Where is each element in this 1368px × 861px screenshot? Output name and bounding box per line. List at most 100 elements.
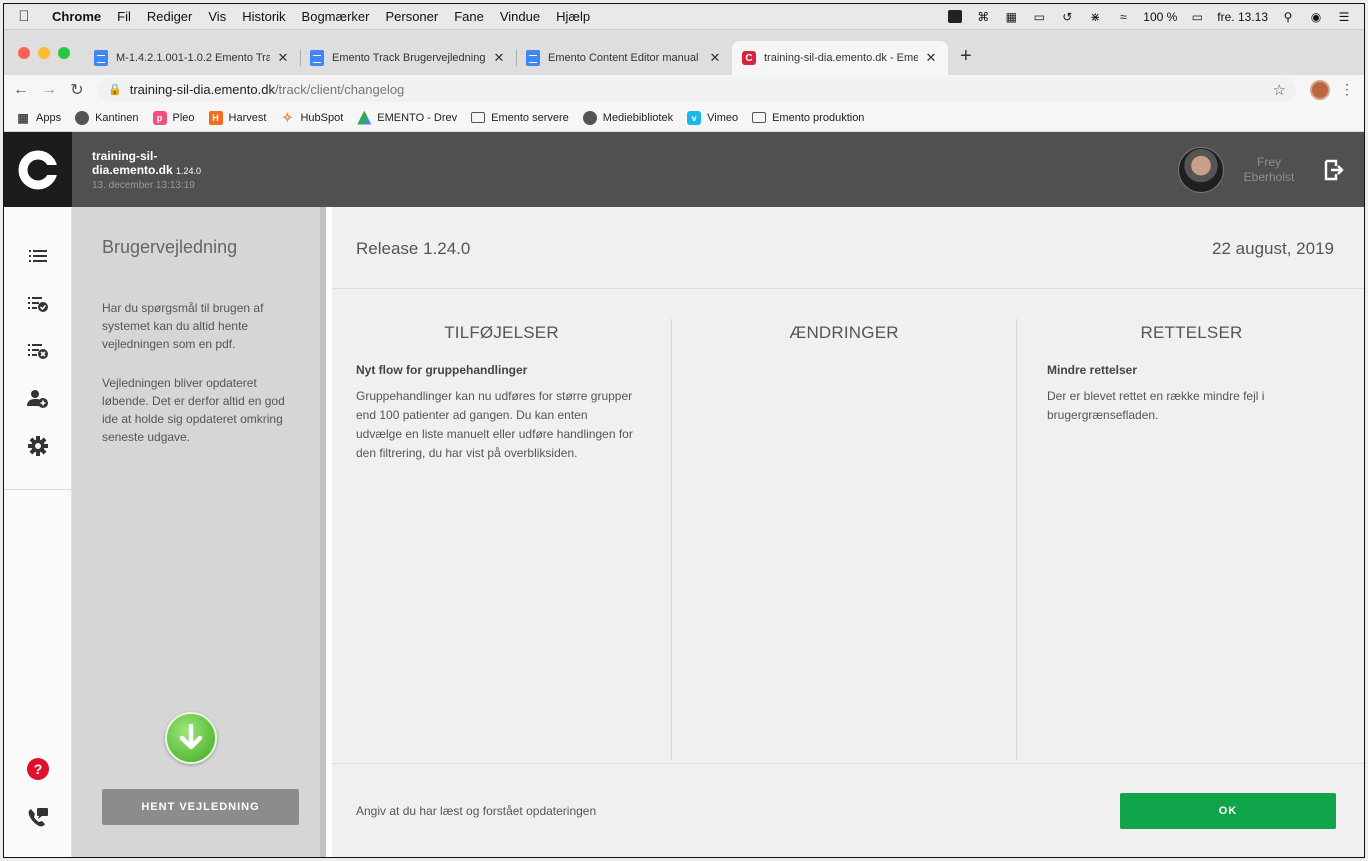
list-cancel-icon[interactable]: [26, 339, 50, 363]
zoom-window-button[interactable]: [58, 47, 70, 59]
user-name[interactable]: Frey Eberholst: [1224, 155, 1314, 185]
more-menu-icon[interactable]: ⋮: [1340, 81, 1354, 98]
emento-logo[interactable]: [4, 132, 72, 207]
browser-tab[interactable]: Emento Track Brugervejledning - ✕: [300, 41, 516, 75]
bookmark-label: Kantinen: [95, 111, 139, 124]
bookmark-star-icon[interactable]: ☆: [1273, 81, 1286, 99]
fixes-column: RETTELSER Mindre rettelser Der er blevet…: [1017, 319, 1364, 760]
new-tab-button[interactable]: +: [948, 45, 984, 75]
list-icon[interactable]: [26, 244, 50, 268]
app-header: training-sil-dia.emento.dk 1.24.0 13. de…: [4, 132, 1364, 207]
airplay-icon[interactable]: ▭: [1031, 10, 1047, 24]
tab-title: Emento Track Brugervejledning -: [332, 52, 486, 64]
wifi-icon[interactable]: ≈: [1115, 10, 1131, 24]
bookmark-emento-produktion[interactable]: Emento produktion: [752, 112, 864, 124]
close-tab-icon[interactable]: ✕: [276, 50, 290, 66]
minimize-window-button[interactable]: [38, 47, 50, 59]
folder-icon: [471, 112, 486, 123]
menu-rediger[interactable]: Rediger: [139, 9, 201, 24]
phone-chat-icon[interactable]: [26, 805, 50, 829]
apple-icon[interactable]: : [4, 8, 44, 25]
bookmark-hubspot[interactable]: ✧ HubSpot: [280, 109, 343, 125]
logout-icon: [1324, 159, 1344, 180]
user-last-name: Eberholst: [1243, 169, 1295, 184]
fixes-heading: RETTELSER: [1140, 323, 1243, 342]
bookmark-label: Harvest: [228, 111, 267, 124]
close-tab-icon[interactable]: ✕: [708, 50, 722, 66]
menu-vis[interactable]: Vis: [200, 9, 234, 24]
menu-hjaelp[interactable]: Hjælp: [548, 9, 598, 24]
user-box: Frey Eberholst: [1178, 146, 1364, 193]
browser-tab[interactable]: Emento Content Editor manual - ✕: [516, 41, 732, 75]
ok-button[interactable]: OK: [1120, 793, 1336, 829]
back-button[interactable]: ←: [10, 81, 32, 99]
changes-column: ÆNDRINGER: [672, 319, 1017, 760]
battery-icon[interactable]: ▭: [1189, 10, 1205, 24]
download-guide-button[interactable]: HENT VEJLEDNING: [102, 789, 299, 825]
guide-update-text: Vejledningen bliver opdateret løbende. D…: [102, 376, 285, 444]
bookmark-pleo[interactable]: p Pleo: [152, 110, 195, 125]
google-docs-icon: [526, 50, 540, 66]
spotlight-search-icon[interactable]: ⚲: [1280, 10, 1296, 24]
logout-button[interactable]: [1314, 150, 1354, 190]
site-info: training-sil-dia.emento.dk 1.24.0 13. de…: [92, 149, 232, 191]
changes-heading: ÆNDRINGER: [789, 323, 899, 342]
menu-fane[interactable]: Fane: [446, 9, 492, 24]
status-app-icon[interactable]: [947, 10, 963, 24]
add-user-icon[interactable]: [26, 387, 50, 411]
bookmark-mediebibliotek[interactable]: Mediebibliotek: [582, 110, 673, 125]
airdrop-icon[interactable]: ⌘: [975, 10, 991, 24]
menu-bogmaerker[interactable]: Bogmærker: [294, 9, 378, 24]
pleo-icon: p: [152, 110, 167, 125]
url-host: training-sil-dia.emento.dk: [129, 82, 275, 97]
globe-icon: [75, 110, 90, 125]
apps-grid-icon: ▦: [17, 110, 29, 125]
hubspot-icon: ✧: [282, 109, 293, 125]
guide-panel: Brugervejledning Har du spørgsmål til br…: [72, 207, 326, 857]
folder-icon: [752, 112, 767, 123]
menu-vindue[interactable]: Vindue: [492, 9, 548, 24]
menu-clock[interactable]: fre. 13.13: [1217, 10, 1268, 24]
profile-avatar[interactable]: [1310, 79, 1330, 100]
notification-center-icon[interactable]: ☰: [1336, 10, 1352, 24]
rail-divider: [4, 489, 72, 490]
bookmark-apps[interactable]: ▦ Apps: [16, 111, 61, 125]
user-avatar[interactable]: [1178, 146, 1224, 193]
bookmark-harvest[interactable]: H Harvest: [208, 110, 267, 125]
address-bar[interactable]: 🔒 training-sil-dia.emento.dk/track/clien…: [98, 77, 1296, 102]
google-drive-icon: [357, 110, 372, 125]
tab-title: M-1.4.2.1.001-1.0.2 Emento Track: [116, 52, 270, 64]
siri-icon[interactable]: ◉: [1308, 10, 1324, 24]
menu-personer[interactable]: Personer: [377, 9, 446, 24]
menu-historik[interactable]: Historik: [234, 9, 293, 24]
list-check-icon[interactable]: [26, 292, 50, 316]
help-icon[interactable]: ?: [27, 758, 49, 780]
battery-percent[interactable]: 100 %: [1143, 10, 1177, 24]
browser-tab-active[interactable]: C training-sil-dia.emento.dk - Eme ✕: [732, 41, 948, 75]
macos-menu-bar:  Chrome Fil Rediger Vis Historik Bogmær…: [4, 4, 1364, 30]
bluetooth-icon[interactable]: ⋇: [1087, 10, 1103, 24]
google-docs-icon: [94, 50, 108, 66]
menu-app-name[interactable]: Chrome: [44, 9, 109, 24]
bookmark-vimeo[interactable]: v Vimeo: [687, 110, 739, 125]
bookmark-emento-drev[interactable]: EMENTO - Drev: [357, 110, 457, 125]
gear-icon[interactable]: [26, 434, 50, 458]
lock-icon[interactable]: 🔒: [108, 83, 122, 96]
time-machine-icon[interactable]: ↺: [1059, 10, 1075, 24]
close-tab-icon[interactable]: ✕: [924, 50, 938, 66]
close-tab-icon[interactable]: ✕: [492, 50, 506, 66]
reload-button[interactable]: ↻: [66, 80, 88, 100]
download-icon[interactable]: [165, 712, 217, 764]
fixes-item-title: Mindre rettelser: [1047, 363, 1138, 377]
window-icon[interactable]: ▦: [1003, 10, 1019, 24]
menu-fil[interactable]: Fil: [109, 9, 139, 24]
bookmark-label: Emento servere: [491, 111, 569, 124]
bookmark-label: Vimeo: [707, 111, 739, 124]
bookmark-emento-servere[interactable]: Emento servere: [471, 112, 569, 124]
additions-column: TILFØJELSER Nyt flow for gruppehandlinge…: [332, 319, 672, 760]
bookmark-kantinen[interactable]: Kantinen: [75, 110, 139, 125]
browser-tab[interactable]: M-1.4.2.1.001-1.0.2 Emento Track ✕: [84, 41, 300, 75]
vimeo-icon: v: [687, 110, 702, 125]
close-window-button[interactable]: [18, 47, 30, 59]
forward-button[interactable]: →: [38, 81, 60, 99]
